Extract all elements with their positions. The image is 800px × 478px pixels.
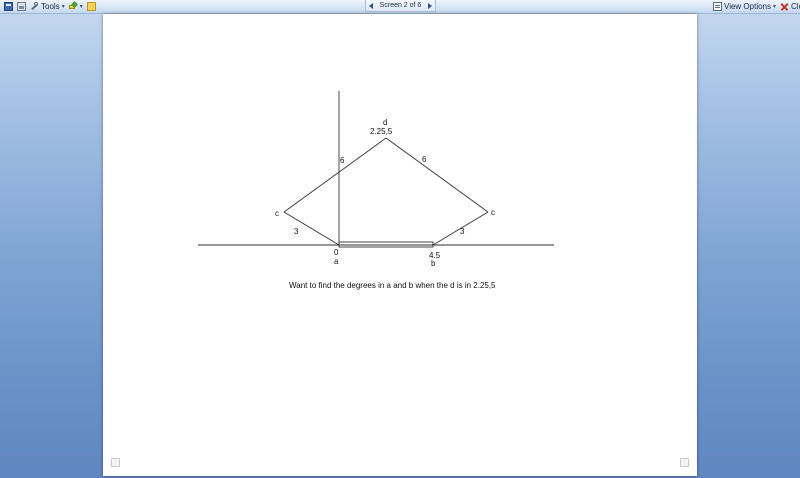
- save-icon: [4, 2, 13, 11]
- next-screen-icon[interactable]: [427, 2, 432, 9]
- point-d-label: d: [383, 118, 388, 127]
- document-page: d 2.25,5 6 6 c c 3 3 0 a 4.5 b Want to f…: [103, 14, 697, 476]
- side-length-right-upper: 6: [422, 155, 427, 164]
- toolbar-left-group: Tools ▾ ▾: [2, 0, 98, 13]
- geometry-diagram: [198, 91, 554, 248]
- side-c-d-left: [283, 137, 387, 213]
- chevron-down-icon: ▾: [61, 4, 65, 10]
- markup-icon: [68, 2, 78, 11]
- viewer-toolbar: Tools ▾ ▾ Screen 2 of 6 View Options ▾ C…: [0, 0, 800, 14]
- save-button[interactable]: [2, 1, 15, 12]
- question-caption: Want to find the degrees in a and b when…: [289, 281, 496, 290]
- side-length-left-upper: 6: [340, 156, 345, 165]
- view-options-icon: [713, 2, 722, 11]
- close-button[interactable]: Close: [778, 1, 800, 12]
- side-a-c: [283, 211, 340, 246]
- origin-value-label: 0: [334, 248, 339, 257]
- tools-label: Tools: [41, 2, 60, 11]
- point-a-label: a: [334, 257, 339, 266]
- markup-button[interactable]: ▾: [67, 1, 85, 12]
- segment-ab-bar: [338, 241, 434, 248]
- tools-menu-button[interactable]: Tools ▾: [28, 1, 67, 12]
- note-button[interactable]: [85, 1, 98, 12]
- print-button[interactable]: [15, 1, 28, 12]
- page-corner-right-icon: [680, 458, 689, 467]
- close-icon: [780, 2, 789, 11]
- note-icon: [86, 2, 96, 11]
- screen-indicator: Screen 2 of 6: [379, 2, 422, 9]
- close-label: Close: [791, 2, 800, 11]
- side-d-c-right: [385, 137, 489, 213]
- tools-icon: [30, 2, 39, 11]
- print-icon: [17, 2, 26, 11]
- page-corner-left-icon: [111, 458, 120, 467]
- side-length-right-lower: 3: [460, 227, 465, 236]
- view-options-button[interactable]: View Options ▾: [711, 1, 778, 12]
- screen-navigator: Screen 2 of 6: [365, 0, 436, 12]
- point-d-coordinates: 2.25,5: [370, 127, 393, 136]
- side-length-left-lower: 3: [294, 227, 299, 236]
- prev-screen-icon[interactable]: [369, 2, 373, 9]
- chevron-down-icon: ▾: [79, 4, 83, 10]
- view-options-label: View Options: [724, 2, 771, 11]
- point-c-right-label: c: [491, 208, 495, 217]
- toolbar-right-group: View Options ▾ Close: [711, 0, 800, 13]
- point-b-label: b: [431, 259, 436, 268]
- point-c-left-label: c: [275, 209, 279, 218]
- chevron-down-icon: ▾: [773, 4, 777, 10]
